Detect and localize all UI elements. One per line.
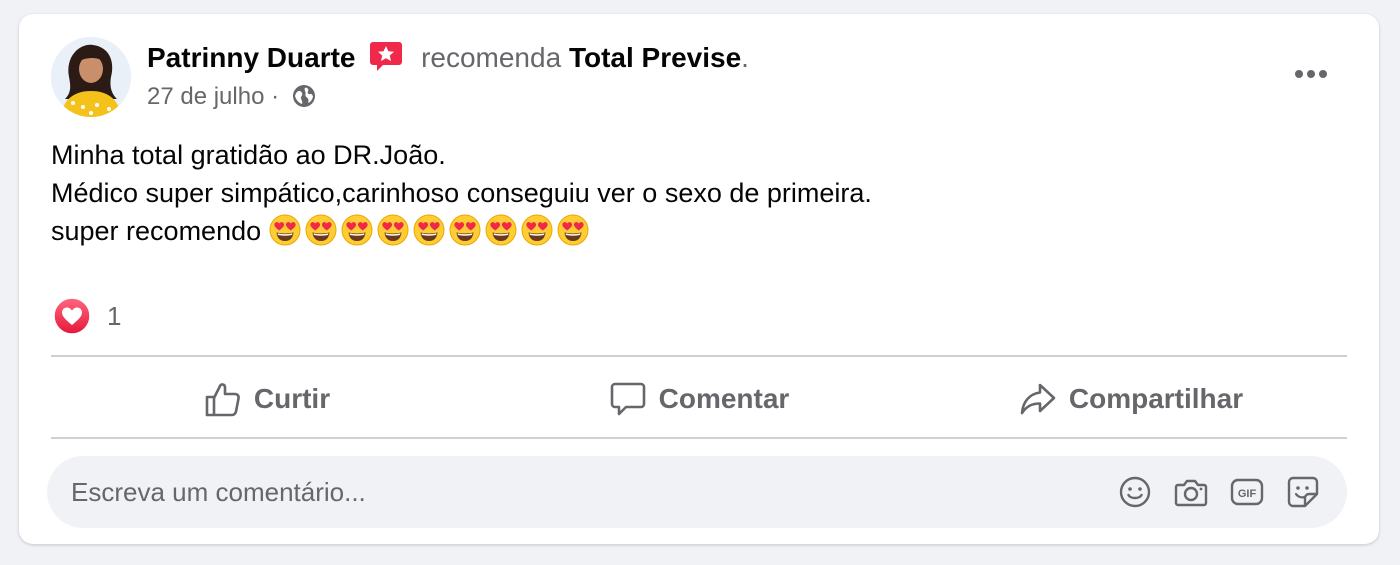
smiling-face-with-heart-eyes-icon [377, 214, 409, 246]
share-button[interactable]: Compartilhar [915, 360, 1347, 438]
comment-label: Comentar [658, 383, 790, 414]
header-period: . [741, 42, 749, 73]
like-label: Curtir [253, 383, 331, 414]
smiling-face-with-heart-eyes-icon [269, 214, 301, 246]
globe-icon[interactable] [292, 84, 316, 108]
recommends-text: recomenda [421, 42, 562, 73]
comment-button[interactable]: Comentar [483, 360, 915, 438]
post-text-line: Minha total gratidão ao DR.João. [51, 140, 446, 170]
gif-icon[interactable]: GIF [1229, 474, 1265, 510]
more-options-icon[interactable] [1287, 58, 1335, 90]
sticker-icon[interactable] [1285, 474, 1321, 510]
emoji-icon[interactable] [1117, 474, 1153, 510]
share-arrow-icon [1020, 383, 1056, 415]
action-bar: Curtir Comentar Compartilhar [51, 360, 1347, 438]
post-text-line-emoji: super recomendo [51, 212, 872, 256]
love-reaction-icon [53, 297, 91, 335]
author-name[interactable]: Patrinny Duarte [147, 42, 356, 73]
recommendation-badge-icon [369, 40, 403, 72]
post-meta: 27 de julho · [147, 80, 316, 114]
smiling-face-with-heart-eyes-icon [449, 214, 481, 246]
page-name[interactable]: Total Previse [569, 42, 741, 73]
smiling-face-with-heart-eyes-icon [485, 214, 517, 246]
comment-input[interactable] [71, 456, 1071, 528]
avatar-photo [51, 37, 131, 117]
comment-composer: GIF [47, 456, 1347, 528]
post-header: Patrinny Duarte recomenda Total Previse. [147, 40, 749, 76]
post-date[interactable]: 27 de julho [147, 83, 264, 110]
post-text-line: super recomendo [51, 216, 262, 246]
reaction-count[interactable]: 1 [107, 301, 121, 332]
post-text: Minha total gratidão ao DR.João. Médico … [51, 136, 872, 256]
smiling-face-with-heart-eyes-icon [413, 214, 445, 246]
svg-text:GIF: GIF [1238, 488, 1257, 500]
smiling-face-with-heart-eyes-icon [341, 214, 373, 246]
comment-bubble-icon [610, 382, 645, 416]
reactions-summary[interactable]: 1 [53, 296, 121, 336]
emoji-row [269, 214, 593, 256]
share-label: Compartilhar [1068, 383, 1244, 414]
thumbs-up-icon [205, 383, 240, 417]
smiling-face-with-heart-eyes-icon [557, 214, 589, 246]
camera-icon[interactable] [1173, 474, 1209, 510]
post-text-line: Médico super simpático,carinhoso consegu… [51, 178, 872, 208]
meta-separator: · [271, 83, 280, 110]
smiling-face-with-heart-eyes-icon [521, 214, 553, 246]
post-card: Patrinny Duarte recomenda Total Previse.… [19, 14, 1379, 544]
divider [51, 355, 1347, 357]
like-button[interactable]: Curtir [51, 360, 483, 438]
smiling-face-with-heart-eyes-icon [305, 214, 337, 246]
divider [51, 437, 1347, 439]
avatar[interactable] [51, 37, 131, 117]
